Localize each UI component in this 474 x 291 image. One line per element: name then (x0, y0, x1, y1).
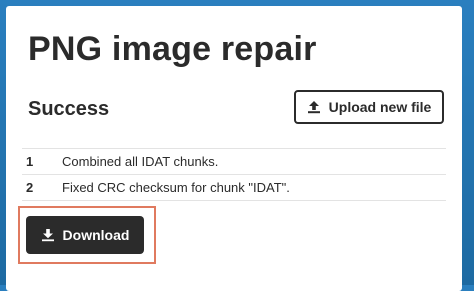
status-heading: Success (28, 98, 110, 120)
page-title: PNG image repair (28, 30, 317, 68)
item-number: 1 (26, 154, 34, 169)
download-icon (41, 229, 54, 242)
item-text: Fixed CRC checksum for chunk "IDAT". (62, 180, 290, 195)
upload-new-file-button[interactable]: Upload new file (294, 90, 444, 124)
download-button[interactable]: Download (26, 216, 144, 254)
item-text: Combined all IDAT chunks. (62, 154, 219, 169)
upload-icon (307, 101, 320, 114)
download-button-label: Download (62, 227, 130, 243)
list-item: 1 Combined all IDAT chunks. (22, 148, 446, 174)
repair-log: 1 Combined all IDAT chunks. 2 Fixed CRC … (22, 148, 446, 201)
item-number: 2 (26, 180, 34, 195)
list-item: 2 Fixed CRC checksum for chunk "IDAT". (22, 174, 446, 201)
main-card: PNG image repair Success Upload new file… (6, 6, 462, 291)
upload-button-label: Upload new file (328, 99, 432, 115)
